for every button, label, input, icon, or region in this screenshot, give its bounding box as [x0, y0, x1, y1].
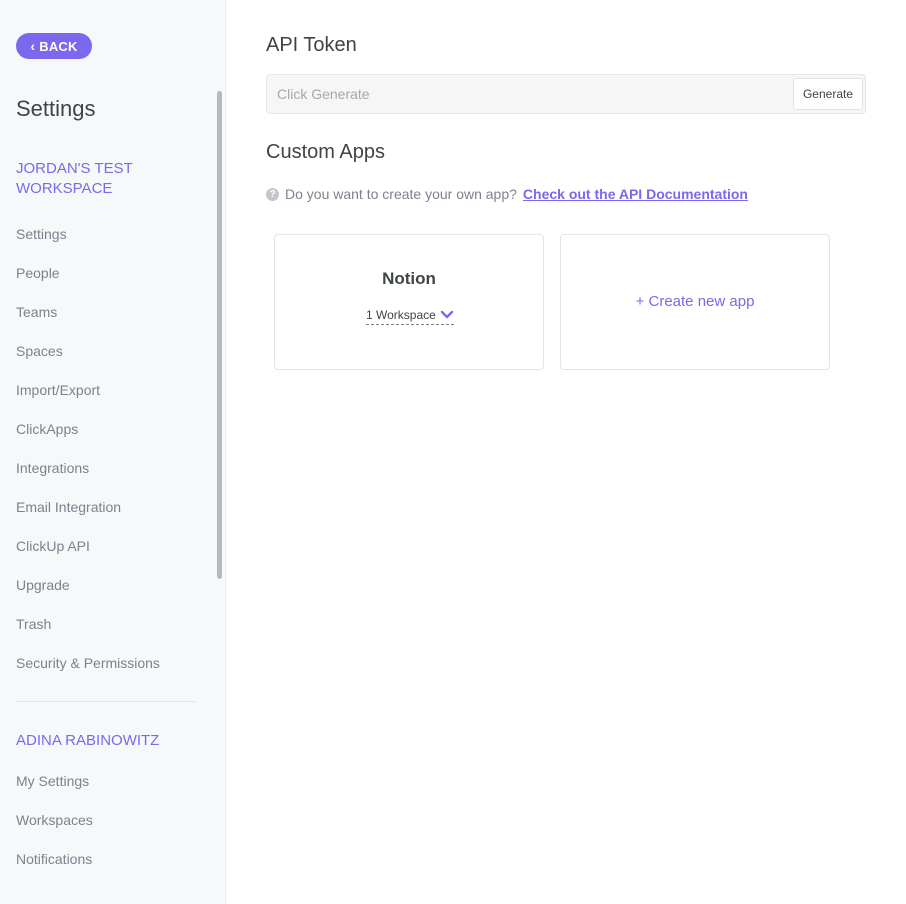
sidebar-item-my-settings[interactable]: My Settings — [16, 773, 89, 789]
sidebar-item-workspaces[interactable]: Workspaces — [16, 812, 93, 828]
sidebar-item-settings[interactable]: Settings — [16, 226, 67, 242]
sidebar-item-import-export[interactable]: Import/Export — [16, 382, 100, 398]
sidebar: ‹ BACK Settings JORDAN'S TEST WORKSPACE … — [0, 0, 226, 904]
app-card-notion[interactable]: Notion 1 Workspace — [274, 234, 544, 370]
back-label: BACK — [39, 38, 78, 54]
sidebar-item-spaces[interactable]: Spaces — [16, 343, 63, 359]
workspace-count-dropdown[interactable]: 1 Workspace — [366, 305, 454, 325]
sidebar-item-notifications[interactable]: Notifications — [16, 851, 92, 867]
api-token-input[interactable] — [267, 75, 787, 113]
sidebar-item-upgrade[interactable]: Upgrade — [16, 577, 70, 593]
create-new-app-card[interactable]: + Create new app — [560, 234, 830, 370]
create-new-app-label: + Create new app — [635, 293, 755, 310]
workspace-count-label: 1 Workspace — [366, 307, 436, 322]
help-row: ? Do you want to create your own app? Ch… — [266, 186, 748, 202]
user-heading: ADINA RABINOWITZ — [16, 732, 160, 749]
sidebar-item-clickup-api[interactable]: ClickUp API — [16, 538, 90, 554]
app-name: Notion — [382, 269, 436, 288]
sidebar-item-security-permissions[interactable]: Security & Permissions — [16, 655, 160, 671]
api-token-field: Generate — [266, 74, 866, 114]
custom-apps-heading: Custom Apps — [266, 141, 385, 163]
question-circle-icon: ? — [266, 187, 279, 201]
sidebar-scrollbar[interactable] — [217, 91, 222, 579]
sidebar-item-people[interactable]: People — [16, 265, 60, 281]
sidebar-divider — [16, 701, 196, 702]
chevron-down-icon — [440, 310, 454, 320]
workspace-heading: JORDAN'S TEST WORKSPACE — [16, 160, 133, 197]
api-documentation-link[interactable]: Check out the API Documentation — [523, 186, 748, 202]
sidebar-item-email-integration[interactable]: Email Integration — [16, 499, 121, 515]
sidebar-item-clickapps[interactable]: ClickApps — [16, 421, 78, 437]
back-button[interactable]: ‹ BACK — [16, 33, 92, 59]
sidebar-item-teams[interactable]: Teams — [16, 304, 57, 320]
sidebar-item-trash[interactable]: Trash — [16, 616, 51, 632]
sidebar-title: Settings — [16, 96, 96, 121]
generate-button[interactable]: Generate — [793, 78, 863, 110]
chevron-left-icon: ‹ — [30, 37, 36, 54]
api-token-heading: API Token — [266, 34, 357, 56]
sidebar-item-integrations[interactable]: Integrations — [16, 460, 89, 476]
help-text: Do you want to create your own app? — [285, 186, 517, 202]
